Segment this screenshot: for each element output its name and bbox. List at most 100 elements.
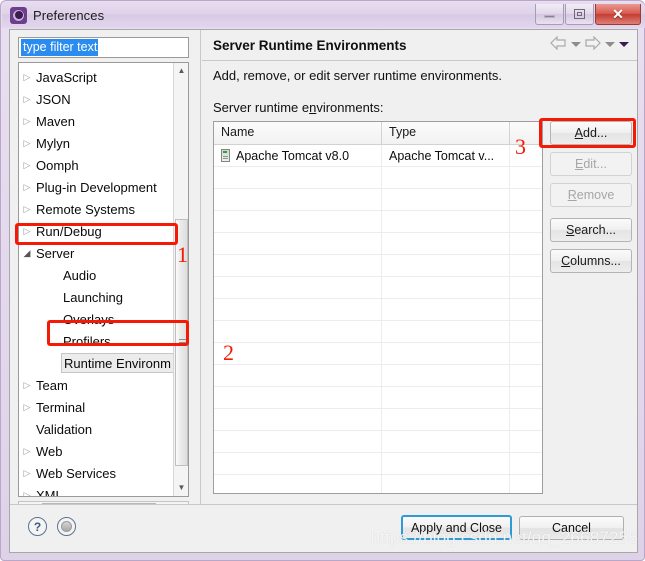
tree-item-mylyn[interactable]: ▷ Mylyn — [19, 132, 174, 154]
tree-item-label: Team — [36, 377, 68, 393]
tree-item-label: Maven — [36, 113, 76, 129]
tree-collapsed-arrow-icon[interactable]: ▷ — [19, 116, 35, 126]
question-mark-icon[interactable]: ? — [28, 517, 47, 536]
tree-item-oomph[interactable]: ▷ Oomph — [19, 154, 174, 176]
scroll-up-arrow-icon[interactable]: ▲ — [174, 63, 188, 79]
cell-empty — [382, 475, 510, 493]
tree-item-label: Runtime Environm — [61, 353, 174, 373]
table-row-empty[interactable] — [214, 343, 542, 365]
tree-item-validation[interactable]: Validation — [19, 418, 174, 440]
page-header: Server Runtime Environments — [202, 30, 637, 61]
tree-collapsed-arrow-icon[interactable]: ▷ — [19, 72, 35, 82]
cell-empty — [382, 321, 510, 342]
table-row-empty[interactable] — [214, 409, 542, 431]
tree-expanded-arrow-icon[interactable]: ◢ — [19, 248, 35, 258]
tree-collapsed-arrow-icon[interactable]: ▷ — [19, 226, 35, 236]
tree-scrollbar-thumb[interactable] — [175, 219, 188, 466]
table-row-empty[interactable] — [214, 255, 542, 277]
tree-collapsed-arrow-icon[interactable]: ▷ — [19, 204, 35, 214]
tree-item-server[interactable]: ◢ Server — [19, 242, 174, 264]
tree-collapsed-arrow-icon[interactable]: ▷ — [19, 380, 35, 390]
maximize-button[interactable] — [565, 4, 594, 25]
table-row-empty[interactable] — [214, 233, 542, 255]
table-row-empty[interactable] — [214, 277, 542, 299]
close-button[interactable]: ✕ — [595, 4, 641, 25]
back-history-chevron-down-icon[interactable] — [570, 36, 581, 52]
tree-item-profilers[interactable]: Profilers — [19, 330, 174, 352]
tree-item-audio[interactable]: Audio — [19, 264, 174, 286]
cell-empty — [214, 277, 382, 298]
tree-collapsed-arrow-icon[interactable]: ▷ — [19, 446, 35, 456]
table-row-empty[interactable] — [214, 189, 542, 211]
tree-collapsed-arrow-icon[interactable]: ▷ — [19, 468, 35, 478]
table-row-empty[interactable] — [214, 299, 542, 321]
title-bar[interactable]: Preferences ✕ — [2, 2, 645, 28]
tree-vertical-scrollbar[interactable]: ▲ ▼ — [173, 63, 188, 496]
table-row-empty[interactable] — [214, 167, 542, 189]
table-row-empty[interactable] — [214, 365, 542, 387]
tree-item-label: Profilers — [63, 333, 111, 349]
back-arrow-icon[interactable] — [550, 36, 567, 52]
table-row-empty[interactable] — [214, 453, 542, 475]
scroll-down-arrow-icon[interactable]: ▼ — [174, 480, 188, 496]
table-row-empty[interactable] — [214, 211, 542, 233]
tree-item-label: Server — [36, 245, 75, 261]
tree-collapsed-arrow-icon[interactable]: ▷ — [19, 402, 35, 412]
preferences-tree[interactable]: ▷ JavaScript ▷ JSON ▷ Maven ▷ Mylyn ▷ Oomph ▷ Plug-… — [18, 62, 189, 497]
tree-item-javascript[interactable]: ▷ JavaScript — [19, 66, 174, 88]
table-row-empty[interactable] — [214, 387, 542, 409]
dialog-client-area: type filter text ▷ JavaScript ▷ JSON ▷ Maven ▷… — [9, 29, 638, 553]
tree-collapsed-arrow-icon[interactable]: ▷ — [19, 182, 35, 192]
cell-empty — [214, 233, 382, 254]
cell-empty — [510, 431, 542, 452]
close-icon: ✕ — [612, 6, 624, 22]
cell-name-label: Apache Tomcat v8.0 — [236, 148, 350, 163]
tree-item-plug-in-development[interactable]: ▷ Plug-in Development — [19, 176, 174, 198]
tree-item-maven[interactable]: ▷ Maven — [19, 110, 174, 132]
minimize-button[interactable] — [535, 4, 564, 25]
table-row-empty[interactable] — [214, 431, 542, 453]
cancel-button[interactable]: Cancel — [519, 516, 624, 540]
table-row-empty[interactable] — [214, 475, 542, 493]
cell-empty — [214, 475, 382, 493]
tree-collapsed-arrow-icon[interactable]: ▷ — [19, 138, 35, 148]
tree-item-label: Oomph — [36, 157, 79, 173]
preferences-tree-pane: type filter text ▷ JavaScript ▷ JSON ▷ Maven ▷… — [10, 30, 196, 528]
runtime-environments-table[interactable]: Name Type Apache Tomcat v8.0 Apache Tomcat… — [213, 121, 543, 494]
add-button[interactable]: Add... — [550, 121, 632, 145]
tree-item-run-debug[interactable]: ▷ Run/Debug — [19, 220, 174, 242]
button-mnemonic: C — [561, 254, 571, 268]
apply-and-close-button[interactable]: Apply and Close — [400, 515, 512, 540]
table-header-row: Name Type — [214, 122, 542, 145]
tree-item-terminal[interactable]: ▷ Terminal — [19, 396, 174, 418]
circle-icon[interactable] — [57, 517, 76, 536]
search-button[interactable]: Search... — [550, 218, 632, 242]
filter-input[interactable]: type filter text — [18, 37, 189, 58]
tree-item-runtime-environm[interactable]: Runtime Environm — [19, 352, 174, 374]
column-header-extra[interactable] — [510, 122, 542, 144]
tree-collapsed-arrow-icon[interactable]: ▷ — [19, 94, 35, 104]
forward-arrow-icon[interactable] — [584, 36, 601, 52]
tree-item-json[interactable]: ▷ JSON — [19, 88, 174, 110]
tree-item-overlays[interactable]: Overlays — [19, 308, 174, 330]
tree-collapsed-arrow-icon[interactable]: ▷ — [19, 490, 35, 496]
forward-history-chevron-down-icon[interactable] — [604, 36, 615, 52]
list-label-post: vironments: — [316, 100, 384, 115]
tree-item-web-services[interactable]: ▷ Web Services — [19, 462, 174, 484]
tree-item-remote-systems[interactable]: ▷ Remote Systems — [19, 198, 174, 220]
view-menu-chevron-down-icon[interactable] — [618, 36, 629, 52]
column-header-type[interactable]: Type — [382, 122, 510, 144]
table-row[interactable]: Apache Tomcat v8.0 Apache Tomcat v... — [214, 145, 542, 167]
server-icon — [221, 149, 230, 162]
cell-empty — [214, 211, 382, 232]
columns-button[interactable]: Columns... — [550, 249, 632, 273]
tree-item-label: JSON — [36, 91, 71, 107]
table-row-empty[interactable] — [214, 321, 542, 343]
column-header-name[interactable]: Name — [214, 122, 382, 144]
tree-item-web[interactable]: ▷ Web — [19, 440, 174, 462]
tree-item-xml[interactable]: ▷ XML — [19, 484, 174, 497]
tree-item-launching[interactable]: Launching — [19, 286, 174, 308]
tree-collapsed-arrow-icon[interactable]: ▷ — [19, 160, 35, 170]
tree-item-team[interactable]: ▷ Team — [19, 374, 174, 396]
tree-item-label: JavaScript — [36, 69, 97, 85]
